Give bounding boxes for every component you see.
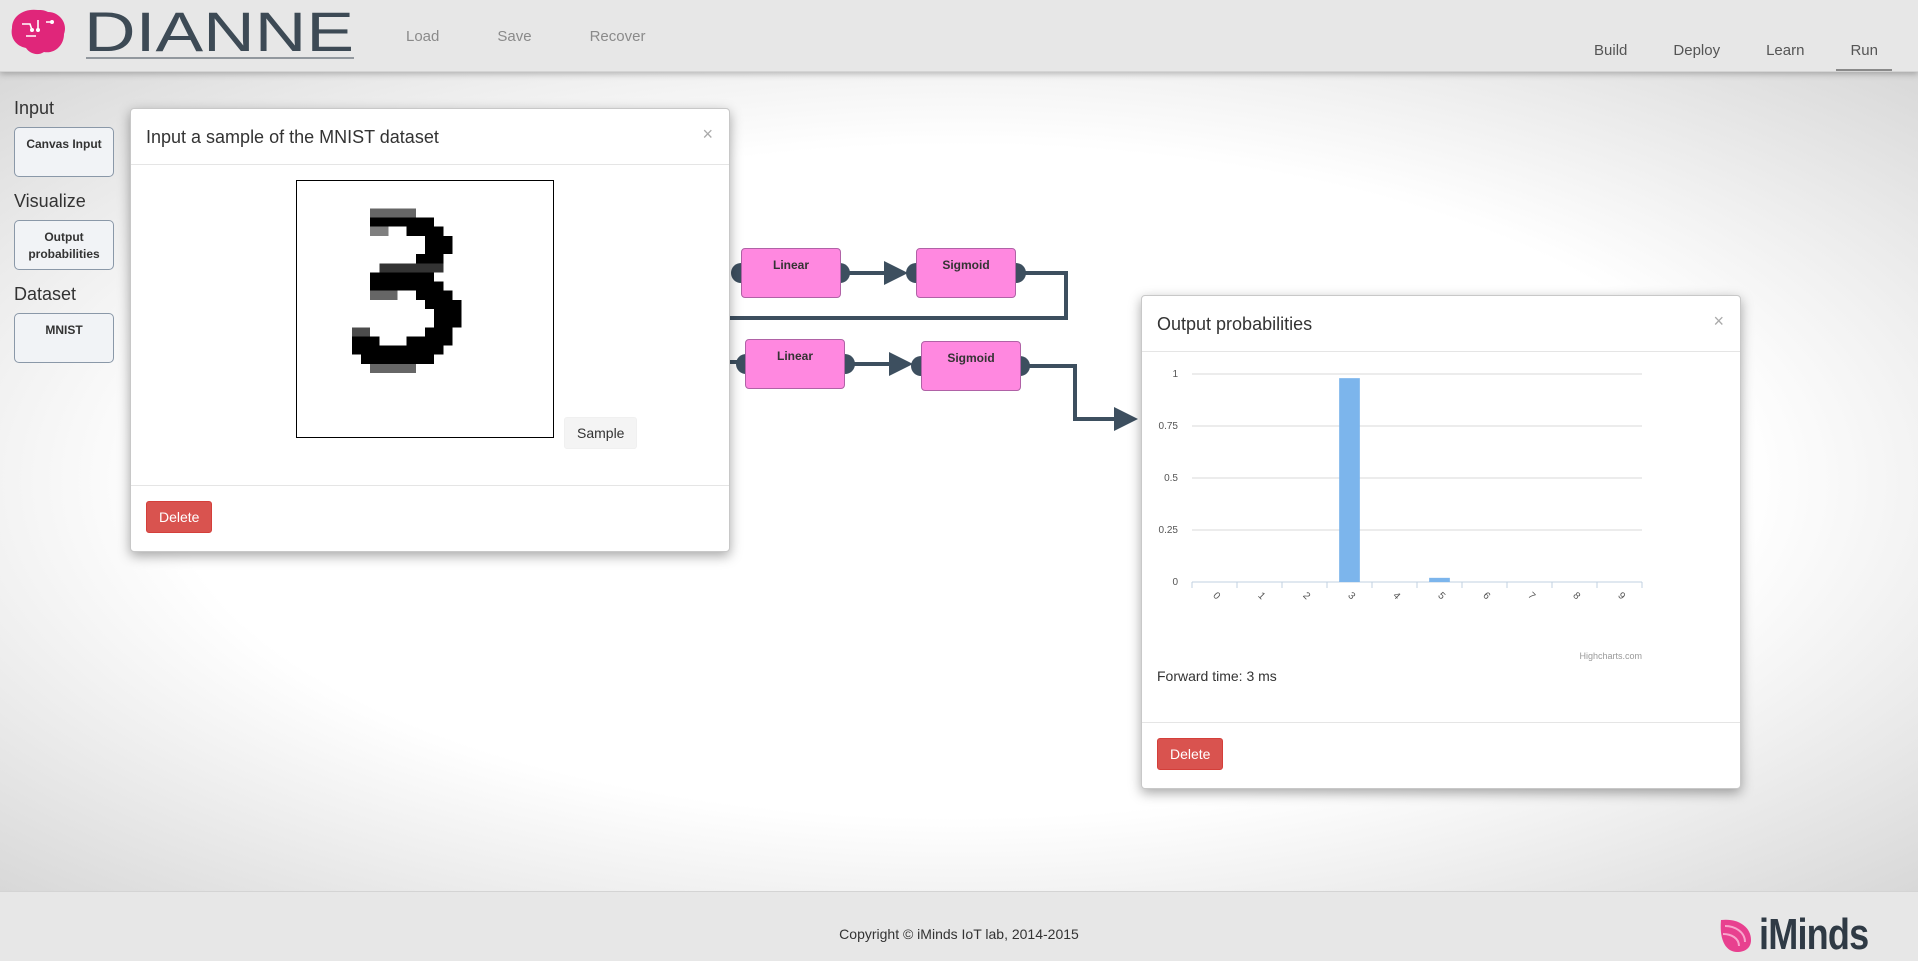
x-tick-label: 6 xyxy=(1480,590,1492,602)
nav-recover[interactable]: Recover xyxy=(590,28,646,45)
close-icon[interactable]: × xyxy=(702,125,713,143)
nav-build[interactable]: Build xyxy=(1594,0,1627,72)
logo[interactable]: DIANNE xyxy=(8,0,356,63)
x-tick-label: 7 xyxy=(1525,590,1537,602)
output-dialog: Output probabilities × 0 0.25 0.5 0.75 1 0 1 2… xyxy=(1141,295,1741,789)
toolbox-item-mnist[interactable]: MNIST xyxy=(14,313,114,363)
y-tick-label: 0.5 xyxy=(1164,473,1178,484)
iminds-text: iMinds xyxy=(1758,910,1869,959)
nav-learn[interactable]: Learn xyxy=(1766,0,1804,72)
x-tick-label: 3 xyxy=(1345,590,1357,602)
iminds-mark-icon xyxy=(1720,919,1751,952)
x-tick-label: 0 xyxy=(1210,590,1222,602)
toolbox: Input Canvas Input Visualize Output prob… xyxy=(14,96,114,377)
delete-button[interactable]: Delete xyxy=(1157,738,1224,770)
x-tick-label: 8 xyxy=(1570,590,1582,602)
x-tick-label: 5 xyxy=(1435,590,1447,602)
output-dialog-title: Output probabilities xyxy=(1157,314,1313,334)
chart-credits[interactable]: Highcharts.com xyxy=(1579,651,1642,661)
input-dialog: Input a sample of the MNIST dataset × Sa… xyxy=(130,108,730,552)
block-linear-2[interactable]: Linear xyxy=(745,339,845,389)
y-tick-label: 0.25 xyxy=(1159,525,1179,536)
brand-wordmark-graphic: DIANNE xyxy=(84,0,354,63)
toolbox-category-dataset: Dataset xyxy=(14,284,77,304)
block-sigmoid-2[interactable]: Sigmoid xyxy=(921,341,1021,391)
nav-left: Load Save Recover xyxy=(406,0,703,72)
x-tick-label: 1 xyxy=(1255,590,1267,602)
input-dialog-footer: Delete xyxy=(131,485,729,551)
block-sigmoid-1[interactable]: Sigmoid xyxy=(916,248,1016,298)
y-tick-label: 1 xyxy=(1172,369,1178,380)
chart-y-ticks: 0 0.25 0.5 0.75 1 xyxy=(1159,369,1179,588)
brain-logo-icon xyxy=(11,9,66,55)
nav-deploy[interactable]: Deploy xyxy=(1673,0,1720,72)
mnist-sample-canvas[interactable] xyxy=(296,180,554,438)
block-linear-1[interactable]: Linear xyxy=(741,248,841,298)
x-tick-label: 2 xyxy=(1300,590,1312,602)
input-dialog-header: Input a sample of the MNIST dataset × xyxy=(131,109,729,165)
network-canvas[interactable]: Input Canvas Input Visualize Output prob… xyxy=(0,72,1918,891)
y-tick-label: 0 xyxy=(1172,577,1178,588)
nav-load[interactable]: Load xyxy=(406,28,439,45)
chart-x-ticks: 0 1 2 3 4 5 6 7 8 9 xyxy=(1191,582,1643,602)
toolbox-category-input: Input xyxy=(14,98,55,118)
probability-chart: 0 0.25 0.5 0.75 1 0 1 2 3 4 5 6 7 8 9 Highcharts.com xyxy=(1159,369,1643,661)
x-tick-label: 4 xyxy=(1390,590,1402,602)
nav-run[interactable]: Run xyxy=(1836,0,1892,72)
footer: Copyright © iMinds IoT lab, 2014-2015 iM… xyxy=(0,891,1918,961)
output-dialog-footer: Delete xyxy=(1142,722,1740,788)
chart-grid xyxy=(1192,373,1642,583)
brand-text: DIANNE xyxy=(84,4,354,60)
digit-image xyxy=(351,208,462,373)
close-icon[interactable]: × xyxy=(1713,312,1724,330)
nav-save[interactable]: Save xyxy=(497,28,531,45)
toolbox-item-canvas-input[interactable]: Canvas Input xyxy=(14,127,114,177)
brand-wordmark: DIANNE xyxy=(84,0,356,63)
iminds-logo[interactable]: iMinds xyxy=(1717,910,1892,960)
toolbox-category-visualize: Visualize xyxy=(14,191,86,211)
forward-time: Forward time: 3 ms xyxy=(1157,668,1277,684)
bar-5[interactable] xyxy=(1429,577,1450,582)
nav-right: Build Deploy Learn Run xyxy=(1548,0,1892,72)
input-dialog-title: Input a sample of the MNIST dataset xyxy=(146,127,439,147)
sample-button[interactable]: Sample xyxy=(564,417,638,449)
delete-button[interactable]: Delete xyxy=(146,501,213,533)
toolbox-item-output-probabilities[interactable]: Output probabilities xyxy=(14,220,114,270)
navbar: DIANNE Load Save Recover Build Deploy Le… xyxy=(0,0,1918,72)
output-dialog-header: Output probabilities × xyxy=(1142,296,1740,352)
copyright: Copyright © iMinds IoT lab, 2014-2015 xyxy=(839,926,1079,942)
bar-3[interactable] xyxy=(1339,378,1360,582)
y-tick-label: 0.75 xyxy=(1159,421,1179,432)
x-tick-label: 9 xyxy=(1615,590,1627,602)
chart-bars xyxy=(1339,378,1450,582)
